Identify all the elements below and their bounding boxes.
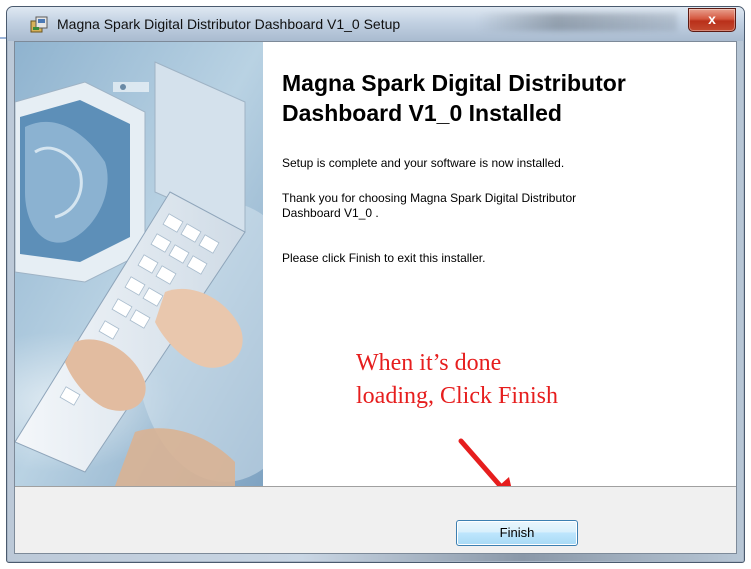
thank-you-line1: Thank you for choosing Magna Spark Digit… [282, 191, 577, 205]
title-bar[interactable]: Magna Spark Digital Distributor Dashboar… [7, 7, 744, 41]
thank-you-message: Thank you for choosing Magna Spark Digit… [282, 191, 722, 221]
installer-window: Magna Spark Digital Distributor Dashboar… [6, 6, 745, 563]
page-title-line2: Dashboard V1_0 Installed [282, 100, 562, 126]
wizard-banner-image [15, 42, 263, 486]
dialog-client-area: Magna Spark Digital Distributor Dashboar… [14, 41, 737, 554]
wizard-content-panel: Magna Spark Digital Distributor Dashboar… [263, 42, 736, 503]
exit-instruction: Please click Finish to exit this install… [282, 251, 486, 265]
close-icon: x [708, 11, 716, 27]
page-title: Magna Spark Digital Distributor Dashboar… [282, 68, 732, 128]
completion-message: Setup is complete and your software is n… [282, 156, 565, 170]
close-button[interactable]: x [688, 8, 736, 32]
button-bar: Finish [15, 486, 736, 553]
red-annotation-text: When it’s done loading, Click Finish [356, 347, 558, 413]
annotation-line2: loading, Click Finish [356, 383, 559, 409]
annotation-line1: When it’s done [356, 350, 502, 376]
thank-you-line2: Dashboard V1_0 . [282, 206, 379, 220]
page-title-line1: Magna Spark Digital Distributor [282, 70, 626, 96]
finish-button[interactable]: Finish [456, 520, 578, 546]
keyboard-hands-illustration [15, 42, 263, 486]
window-title: Magna Spark Digital Distributor Dashboar… [57, 16, 401, 32]
setup-installer-icon [30, 16, 48, 33]
